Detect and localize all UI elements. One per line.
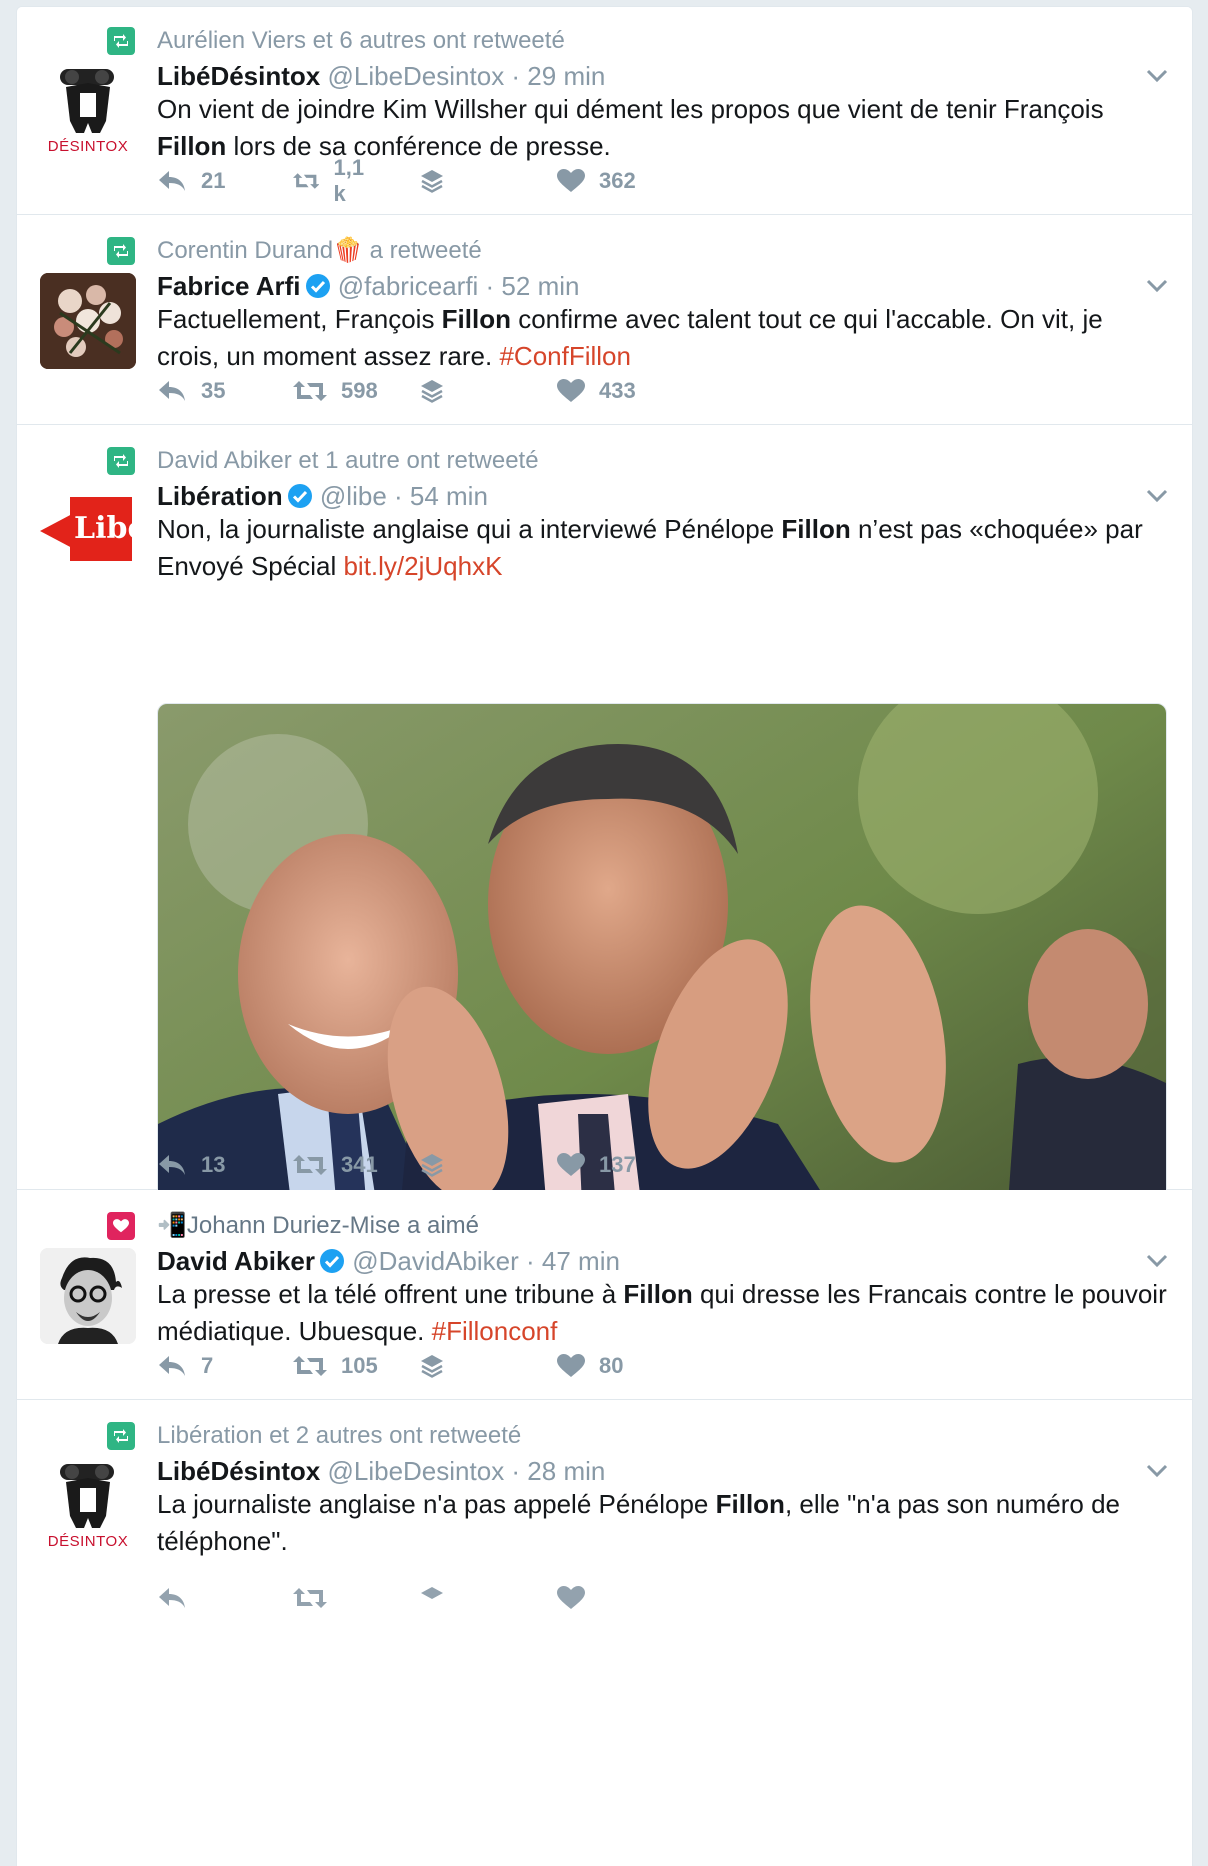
retweet-icon: [293, 381, 327, 401]
display-name[interactable]: Fabrice Arfi: [157, 271, 301, 301]
tweet-2[interactable]: Corentin Durand🍿 a retweeté Fabrice Arfi…: [17, 215, 1192, 425]
avatar-label: DÉSINTOX: [47, 1533, 129, 1550]
tweet-text: Factuellement, François Fillon confirme …: [157, 304, 1103, 371]
handle-and-time[interactable]: @LibeDesintox · 29 min: [327, 61, 605, 91]
reply-button[interactable]: 35: [157, 378, 225, 404]
reply-button[interactable]: 21: [157, 168, 225, 194]
like-button[interactable]: 362: [557, 168, 636, 194]
layers-icon: [421, 1587, 443, 1599]
like-button[interactable]: 80: [557, 1353, 623, 1379]
display-name[interactable]: LibéDésintox: [157, 1456, 320, 1486]
reply-button[interactable]: 7: [157, 1353, 213, 1379]
retweet-context[interactable]: Corentin Durand🍿 a retweeté: [157, 235, 482, 267]
like-button[interactable]: 137: [557, 1152, 636, 1178]
layers-icon: [421, 1355, 443, 1378]
add-to-moment-button[interactable]: [419, 1353, 445, 1379]
verified-icon: [319, 1249, 344, 1273]
handle-and-time[interactable]: @DavidAbiker · 47 min: [352, 1246, 620, 1276]
tweet-text: On vient de joindre Kim Willsher qui dém…: [157, 94, 1104, 161]
reply-icon: [159, 381, 185, 401]
retweet-context-icon: [107, 447, 135, 475]
tweet-header: David Abiker @DavidAbiker · 47 min: [157, 1244, 620, 1278]
reply-icon: [159, 171, 185, 191]
reply-button[interactable]: 13: [157, 1152, 225, 1178]
add-to-moment-button[interactable]: [419, 1152, 445, 1178]
retweet-button[interactable]: 341: [293, 1152, 378, 1178]
avatar[interactable]: [40, 1248, 136, 1344]
tweet-text: La presse et la télé offrent une tribune…: [157, 1279, 1167, 1346]
chevron-down-icon[interactable]: [1142, 61, 1172, 91]
tweet-header: LibéDésintox @LibeDesintox · 28 min: [157, 1454, 605, 1488]
chevron-down-icon[interactable]: [1142, 1456, 1172, 1486]
handle-and-time[interactable]: @LibeDesintox · 28 min: [327, 1456, 605, 1486]
hashtag-link[interactable]: #ConfFillon: [499, 341, 631, 371]
avatar-label: Libé: [74, 511, 136, 546]
retweet-button[interactable]: 105: [293, 1353, 378, 1379]
avatar-label: DÉSINTOX: [47, 138, 129, 155]
avatar[interactable]: Libé: [40, 483, 136, 579]
retweet-context[interactable]: David Abiker et 1 autre ont retweeté: [157, 445, 539, 477]
tweet-header: Libération @libe · 54 min: [157, 479, 488, 513]
verified-icon: [305, 274, 330, 298]
heart-icon: [557, 169, 585, 192]
tweet-text: La journaliste anglaise n'a pas appelé P…: [157, 1489, 1121, 1556]
retweet-button[interactable]: [293, 1586, 327, 1610]
heart-icon: [557, 379, 585, 402]
tweet-header: LibéDésintox @LibeDesintox · 29 min: [157, 59, 605, 93]
heart-icon: [557, 1586, 585, 1609]
avatar[interactable]: [40, 273, 136, 369]
avatar[interactable]: DÉSINTOX: [40, 1458, 136, 1554]
retweet-context[interactable]: Aurélien Viers et 6 autres ont retweeté: [157, 25, 565, 57]
add-to-moment-button[interactable]: [419, 378, 445, 404]
chevron-down-icon[interactable]: [1142, 481, 1172, 511]
reply-icon: [159, 1588, 185, 1608]
retweet-context-icon: [107, 27, 135, 55]
retweet-context[interactable]: Libération et 2 autres ont retweeté: [157, 1420, 521, 1452]
reply-icon: [159, 1155, 185, 1175]
hashtag-link[interactable]: #Fillonconf: [432, 1316, 558, 1346]
retweet-icon: [293, 1356, 327, 1376]
tweet-5[interactable]: Libération et 2 autres ont retweeté DÉSI…: [17, 1400, 1192, 1866]
handle-and-time[interactable]: @fabricearfi · 52 min: [338, 271, 580, 301]
retweet-icon: [293, 173, 320, 189]
like-button[interactable]: [557, 1586, 585, 1610]
display-name[interactable]: LibéDésintox: [157, 61, 320, 91]
add-to-moment-button[interactable]: [419, 1585, 445, 1611]
tweet-text: Non, la journaliste anglaise qui a inter…: [157, 514, 1143, 581]
tweet-4[interactable]: 📲Johann Duriez-Mise a aimé David Abiker …: [17, 1190, 1192, 1400]
layers-icon: [421, 380, 443, 403]
retweet-context-icon: [107, 1422, 135, 1450]
reply-button[interactable]: [157, 1586, 187, 1610]
display-name[interactable]: David Abiker: [157, 1246, 315, 1276]
layers-icon: [421, 170, 443, 193]
chevron-down-icon[interactable]: [1142, 1246, 1172, 1276]
heart-icon: [557, 1354, 585, 1377]
timeline: Aurélien Viers et 6 autres ont retweeté …: [16, 6, 1193, 1866]
layers-icon: [421, 1154, 443, 1177]
like-button[interactable]: 433: [557, 378, 636, 404]
avatar[interactable]: DÉSINTOX: [40, 63, 136, 159]
like-context[interactable]: 📲Johann Duriez-Mise a aimé: [157, 1210, 479, 1242]
retweet-button[interactable]: 1,1 k: [293, 155, 372, 207]
chevron-down-icon[interactable]: [1142, 271, 1172, 301]
tweet-1[interactable]: Aurélien Viers et 6 autres ont retweeté …: [17, 7, 1192, 215]
url-link[interactable]: bit.ly/2jUqhxK: [343, 551, 502, 581]
retweet-button[interactable]: 598: [293, 378, 378, 404]
verified-icon: [287, 484, 312, 508]
retweet-icon: [293, 1588, 327, 1608]
retweet-context-icon: [107, 237, 135, 265]
display-name[interactable]: Libération: [157, 481, 283, 511]
add-to-moment-button[interactable]: [419, 168, 445, 194]
handle-and-time[interactable]: @libe · 54 min: [320, 481, 488, 511]
heart-icon: [557, 1153, 585, 1176]
tweet-3[interactable]: David Abiker et 1 autre ont retweeté Lib…: [17, 425, 1192, 1343]
reply-icon: [159, 1356, 185, 1376]
tweet-header: Fabrice Arfi @fabricearfi · 52 min: [157, 269, 579, 303]
retweet-icon: [293, 1155, 327, 1175]
like-context-icon: [107, 1212, 135, 1240]
